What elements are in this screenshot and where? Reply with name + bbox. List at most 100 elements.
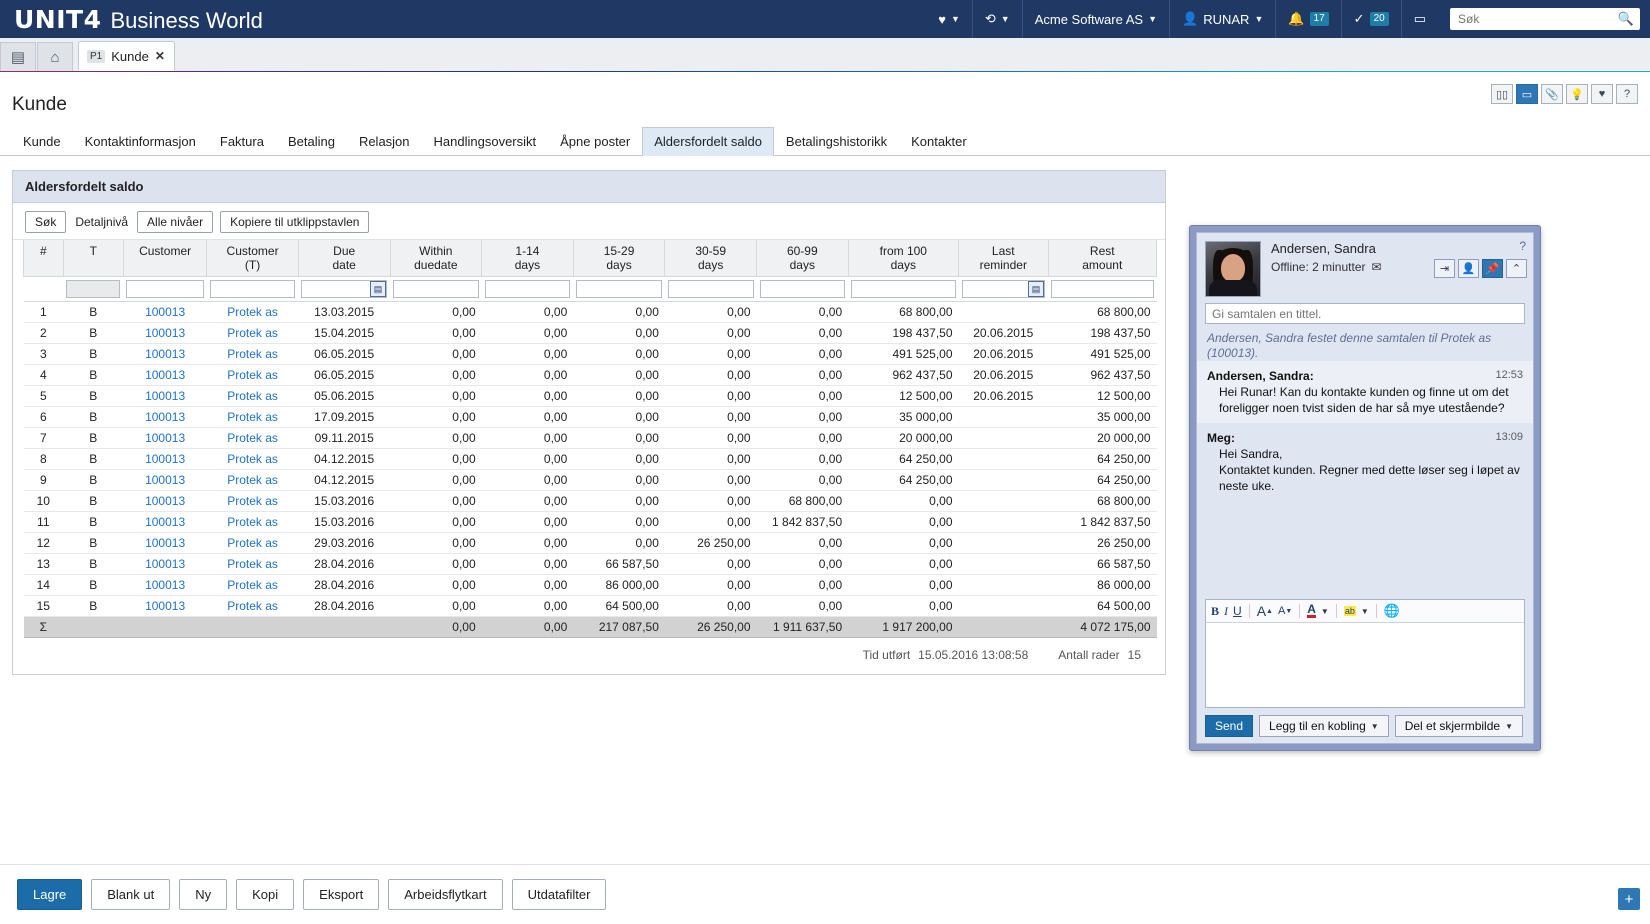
customer-id-link[interactable]: 100013 <box>145 389 185 403</box>
tab-handlingsoversikt[interactable]: Handlingsoversikt <box>422 127 549 156</box>
add-person-icon[interactable]: 👤 <box>1458 259 1479 278</box>
customer-name-link[interactable]: Protek as <box>227 473 278 487</box>
customer-name[interactable]: Protek as <box>206 406 299 428</box>
customer-id-link[interactable]: 100013 <box>145 515 185 529</box>
leave-conversation-icon[interactable]: ⇥ <box>1434 259 1455 278</box>
home-button[interactable]: ⌂ <box>37 42 73 71</box>
table-row[interactable]: 11 B 100013 Protek as 15.03.2016 0,00 0,00 0,00… <box>23 511 1157 533</box>
customer-name-link[interactable]: Protek as <box>227 368 278 382</box>
customer-id[interactable]: 100013 <box>123 490 207 512</box>
attachment-icon[interactable]: 📎 <box>1541 84 1563 104</box>
column-header[interactable]: 1-14 days <box>481 240 574 277</box>
customer-name[interactable]: Protek as <box>206 574 299 596</box>
customer-name[interactable]: Protek as <box>206 490 299 512</box>
share-screenshot-button[interactable]: Del et skjermbilde ▼ <box>1394 715 1523 737</box>
customer-id[interactable]: 100013 <box>123 553 207 575</box>
highlight-icon[interactable]: ab <box>1343 606 1356 616</box>
collapse-icon[interactable]: ⌃ <box>1506 259 1527 278</box>
increase-font-icon[interactable]: A ▲ <box>1257 603 1273 619</box>
table-row[interactable]: 9 B 100013 Protek as 04.12.2015 0,00 0,00 0,00 0… <box>23 469 1157 491</box>
customer-id[interactable]: 100013 <box>123 343 207 365</box>
table-row[interactable]: 5 B 100013 Protek as 05.06.2015 0,00 0,00 0,00 0… <box>23 385 1157 407</box>
search-input[interactable] <box>1456 11 1618 27</box>
search-icon[interactable]: 🔍 <box>1618 11 1634 27</box>
customer-id[interactable]: 100013 <box>123 385 207 407</box>
table-row[interactable]: 10 B 100013 Protek as 15.03.2016 0,00 0,00 0,00… <box>23 490 1157 512</box>
customer-id[interactable]: 100013 <box>123 406 207 428</box>
customer-id-link[interactable]: 100013 <box>145 452 185 466</box>
customer-name-link[interactable]: Protek as <box>227 578 278 592</box>
action-kopi-button[interactable]: Kopi <box>236 879 295 910</box>
customer-name[interactable]: Protek as <box>206 385 299 407</box>
notifications-button[interactable]: 🔔 17 <box>1275 0 1340 38</box>
lightbulb-icon[interactable]: 💡 <box>1566 84 1588 104</box>
insert-link-icon[interactable]: 🌐 <box>1384 603 1400 619</box>
underline-icon[interactable]: U <box>1233 604 1242 618</box>
filter-input[interactable] <box>667 280 754 298</box>
customer-id-link[interactable]: 100013 <box>145 305 185 319</box>
heart-icon[interactable]: ♥ <box>1591 84 1613 104</box>
add-button[interactable]: + <box>1618 888 1640 910</box>
customer-name-link[interactable]: Protek as <box>227 347 278 361</box>
table-row[interactable]: 4 B 100013 Protek as 06.05.2015 0,00 0,00 0,00 0… <box>23 364 1157 386</box>
customer-name[interactable]: Protek as <box>206 427 299 449</box>
filter-input[interactable] <box>126 280 204 298</box>
tab-kontaktinformasjon[interactable]: Kontaktinformasjon <box>73 127 208 156</box>
customer-name[interactable]: Protek as <box>206 322 299 344</box>
help-icon[interactable]: ? <box>1616 84 1638 104</box>
table-row[interactable]: 12 B 100013 Protek as 29.03.2016 0,00 0,00 0,00… <box>23 532 1157 554</box>
customer-id[interactable]: 100013 <box>123 364 207 386</box>
customer-id-link[interactable]: 100013 <box>145 599 185 613</box>
customer-id[interactable]: 100013 <box>123 427 207 449</box>
table-row[interactable]: 1 B 100013 Protek as 13.03.2015 0,00 0,00 0,00 0… <box>23 301 1157 323</box>
column-header[interactable]: 60-99 days <box>756 240 849 277</box>
bold-icon[interactable]: B <box>1211 604 1219 619</box>
table-row[interactable]: 6 B 100013 Protek as 17.09.2015 0,00 0,00 0,00 0… <box>23 406 1157 428</box>
column-header[interactable]: 30-59 days <box>664 240 757 277</box>
filter-input[interactable] <box>759 280 846 298</box>
column-header[interactable]: T <box>62 240 124 277</box>
customer-id[interactable]: 100013 <box>123 448 207 470</box>
send-button[interactable]: Send <box>1205 715 1254 737</box>
table-row[interactable]: 14 B 100013 Protek as 28.04.2016 0,00 0,00 86 0… <box>23 574 1157 596</box>
tab-betalingshistorikk[interactable]: Betalingshistorikk <box>774 127 899 156</box>
customer-id-link[interactable]: 100013 <box>145 347 185 361</box>
column-header[interactable]: Due date <box>297 240 391 277</box>
help-icon[interactable]: ? <box>1519 239 1526 253</box>
last-reminder-calendar-icon[interactable]: ▤ <box>1028 281 1045 297</box>
message-input[interactable] <box>1206 623 1524 707</box>
customer-name-link[interactable]: Protek as <box>227 326 278 340</box>
tab--pne-poster[interactable]: Åpne poster <box>548 127 642 156</box>
customer-id-link[interactable]: 100013 <box>145 494 185 508</box>
customer-id-link[interactable]: 100013 <box>145 410 185 424</box>
action-lagre-button[interactable]: Lagre <box>17 879 83 910</box>
customer-name-link[interactable]: Protek as <box>227 305 278 319</box>
column-header[interactable]: Rest amount <box>1047 240 1158 277</box>
mail-icon[interactable]: ✉ <box>1372 260 1382 274</box>
customer-id-link[interactable]: 100013 <box>145 431 185 445</box>
customer-name-link[interactable]: Protek as <box>227 431 278 445</box>
filter-input[interactable] <box>393 280 479 298</box>
customer-id[interactable]: 100013 <box>123 322 207 344</box>
highlight-chevron-down-icon[interactable]: ▼ <box>1361 607 1369 616</box>
action-arbeidsflytkart-button[interactable]: Arbeidsflytkart <box>388 879 503 910</box>
customer-id-link[interactable]: 100013 <box>145 536 185 550</box>
user-menu[interactable]: 👤 RUNAR ▼ <box>1169 0 1275 38</box>
customer-name[interactable]: Protek as <box>206 595 299 617</box>
customer-id[interactable]: 100013 <box>123 301 207 323</box>
customer-id-link[interactable]: 100013 <box>145 473 185 487</box>
tab-faktura[interactable]: Faktura <box>208 127 276 156</box>
column-header[interactable]: Customer <box>122 240 208 277</box>
customer-name[interactable]: Protek as <box>206 301 299 323</box>
document-tab-kunde[interactable]: P1 Kunde ✕ <box>78 41 175 71</box>
all-levels-button[interactable]: Alle nivåer <box>137 211 214 233</box>
customer-name[interactable]: Protek as <box>206 364 299 386</box>
customer-name-link[interactable]: Protek as <box>227 536 278 550</box>
action-blank-ut-button[interactable]: Blank ut <box>91 879 171 910</box>
tab-aldersfordelt-saldo[interactable]: Aldersfordelt saldo <box>642 127 774 156</box>
customer-id[interactable]: 100013 <box>123 532 207 554</box>
tab-betaling[interactable]: Betaling <box>276 127 347 156</box>
customer-id[interactable]: 100013 <box>123 511 207 533</box>
chat-button[interactable]: ▭ <box>1400 0 1438 38</box>
add-link-button[interactable]: Legg til en kobling ▼ <box>1259 715 1389 737</box>
